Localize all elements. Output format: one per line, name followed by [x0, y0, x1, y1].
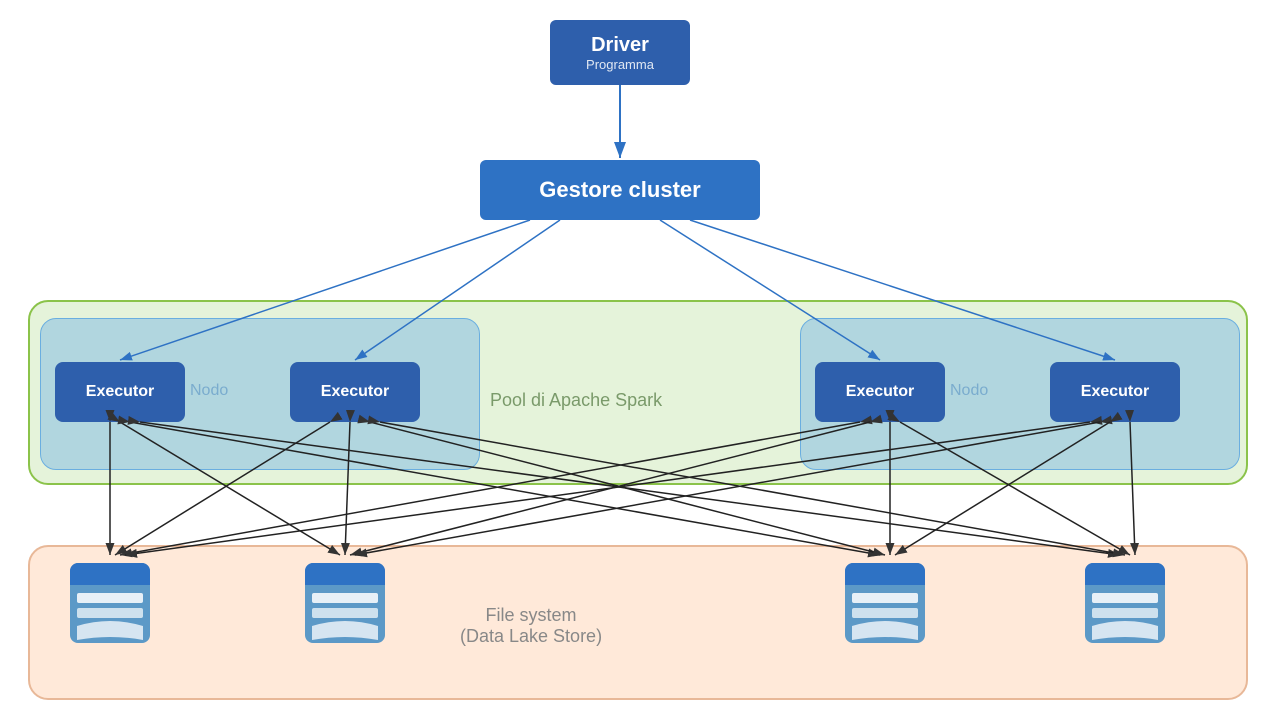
executor-label-2: Executor — [321, 383, 389, 401]
executor-box-1: Executor — [55, 362, 185, 422]
filesystem-container — [28, 545, 1248, 700]
driver-box: Driver Programma — [550, 20, 690, 85]
node-label-right: Nodo — [950, 382, 988, 400]
executor-box-4: Executor — [1050, 362, 1180, 422]
driver-title: Driver — [591, 34, 649, 57]
storage-icon-4 — [1080, 558, 1170, 648]
cluster-manager-box: Gestore cluster — [480, 160, 760, 220]
executor-label-4: Executor — [1081, 383, 1149, 401]
filesystem-label: File system(Data Lake Store) — [460, 605, 602, 647]
executor-label-1: Executor — [86, 383, 154, 401]
driver-subtitle: Programma — [586, 57, 654, 72]
cluster-manager-label: Gestore cluster — [539, 177, 700, 203]
node-label-left: Nodo — [190, 382, 228, 400]
filesystem-label-text: File system(Data Lake Store) — [460, 605, 602, 646]
executor-box-3: Executor — [815, 362, 945, 422]
storage-icon-3 — [840, 558, 930, 648]
executor-label-3: Executor — [846, 383, 914, 401]
storage-icon-1 — [65, 558, 155, 648]
storage-icon-2 — [300, 558, 390, 648]
executor-box-2: Executor — [290, 362, 420, 422]
spark-pool-label: Pool di Apache Spark — [490, 390, 662, 411]
diagram-container: Driver Programma Gestore cluster Pool di… — [0, 0, 1276, 719]
